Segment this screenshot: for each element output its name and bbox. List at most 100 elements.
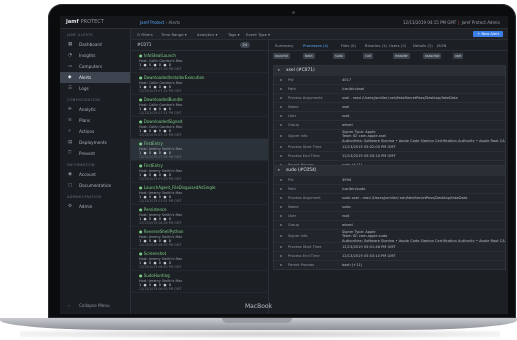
detail-row: Signer Info Signer Type: Apple Team ID: co… <box>274 129 505 143</box>
new-alert-button[interactable]: + New Alert <box>473 31 503 37</box>
sidebar-item-prevent[interactable]: ⛉ Prevent <box>60 148 130 159</box>
tab-users[interactable]: Users (2) <box>389 43 406 48</box>
event-list-title: #C071 <box>137 42 152 47</box>
tab-json[interactable]: JSON <box>437 43 446 48</box>
user-menu[interactable]: Jamf Protect Admin <box>462 20 500 25</box>
detail-value: 4017 <box>342 78 352 82</box>
event-title: ● DownloadedInstallerExecution <box>139 75 205 80</box>
row-bullet-icon <box>280 179 282 181</box>
filters-label: Filters <box>141 32 153 37</box>
process-chain-node[interactable]: launchd <box>273 53 290 59</box>
tab-summary[interactable]: Summary <box>275 43 293 48</box>
row-bullet-icon <box>280 97 282 99</box>
filters-toggle[interactable]: ⊙ Filters <box>137 32 153 37</box>
tags-dropdown[interactable]: Tags ▾ <box>228 32 240 37</box>
detail-key: User <box>288 114 297 118</box>
process-card-parent: ▸ sudo (#C054) Pid 3994 Path/usr/bin/sudo Pro… <box>273 165 506 270</box>
detail-row: User root <box>274 211 505 220</box>
detail-row: Path/usr/bin/sudo <box>274 184 505 193</box>
detail-value: 3994 <box>342 178 352 182</box>
sidebar-item-logs[interactable]: ☰ Logs <box>60 83 130 94</box>
process-chain-node[interactable]: osascript <box>423 53 442 59</box>
event-title: ● ReverseShellPython <box>139 229 184 234</box>
sidebar-item-dashboard[interactable]: ▦ Dashboard <box>60 39 130 50</box>
event-timestamp: 12/13/2019 07:16 PM GMT <box>139 67 182 71</box>
detail-row: Name sudo <box>274 202 505 211</box>
list-item[interactable]: ● FirstEntry Host: Jeremy Smith's Mac 1 ● … <box>131 139 268 161</box>
detail-key: Pid <box>288 178 294 182</box>
detail-key: Signer Info <box>288 134 308 138</box>
event-type-dropdown[interactable]: Event Type ▾ <box>246 32 270 37</box>
detail-key: Process Arguments <box>288 96 323 100</box>
sidebar-item-label: Insights <box>79 53 96 58</box>
list-item[interactable]: ● ReverseShellPython Host: Jeremy Smith's… <box>131 227 268 249</box>
detail-row: Process Argument sudo xsel - read /Users/… <box>274 193 505 202</box>
tags-label: Tags <box>228 32 237 37</box>
event-title: ● Persistence <box>139 207 167 212</box>
sidebar-item-documentation[interactable]: ▢ Documentation <box>60 180 130 191</box>
detail-value: 12/13/2019 05:02:00 PM GMT <box>342 145 396 149</box>
dashboard-icon: ▦ <box>68 42 73 47</box>
row-bullet-icon <box>280 188 282 190</box>
tab-binaries[interactable]: Binaries (1) <box>365 43 387 48</box>
sidebar-item-deployments[interactable]: ▤ Deployments <box>60 137 130 148</box>
list-item[interactable]: ● FirstEntry Host: Jeremy Smith's Mac 1 ● … <box>131 161 268 183</box>
app-logo[interactable]: Jamf PROTECT <box>66 19 104 25</box>
analytics-dropdown[interactable]: Analytics ▾ <box>197 32 217 37</box>
list-item[interactable]: ● DownloadedBundle Host: Collin Gordon's … <box>131 95 268 117</box>
laptop-shadow <box>20 330 500 338</box>
sidebar-item-admin[interactable]: ⚙ Admin <box>60 201 130 212</box>
list-item[interactable]: ● Screenshot Host: Jeremy Smith's Mac 1 ● … <box>131 249 268 271</box>
sidebar-item-plans[interactable]: ≡ Plans <box>60 115 130 126</box>
sidebar-item-actions[interactable]: ⚡ Actions <box>60 126 130 137</box>
detail-row: Pid 3994 <box>274 175 505 184</box>
filter-bar: ⊙ Filters Time Range ▾ Analytics ▾ Tags … <box>131 29 508 40</box>
sidebar-section-administration: ADMINISTRATION <box>67 195 102 199</box>
process-chain-node[interactable]: curl <box>363 53 373 59</box>
detail-key: Process Start Time <box>288 245 322 249</box>
row-bullet-icon <box>280 246 282 248</box>
row-bullet-icon <box>280 115 282 117</box>
breadcrumb-root[interactable]: Jamf Protect <box>140 20 164 25</box>
sidebar: JAMF ALERTS ▦ Dashboard ◔ Insights ▭ Comput… <box>60 29 131 314</box>
sidebar-item-label: Admin <box>79 204 93 209</box>
tab-details[interactable]: Details (2) <box>413 43 433 48</box>
process-card-primary: ▸ xsel (#C071) Pid 4017 Path/usr/bin/xsel Pro… <box>273 65 506 179</box>
detail-row: Process Start Time 12/13/2019 05:01:48 PM… <box>274 242 505 251</box>
process-chain-node[interactable]: xsel <box>453 53 464 59</box>
detail-row: Parent Process bash (+11) <box>274 260 505 269</box>
detail-key: Pid <box>288 78 294 82</box>
sidebar-item-insights[interactable]: ◔ Insights <box>60 50 130 61</box>
list-item[interactable]: ● SudoHunting Host: Jeremy Smith's Mac 1 ●… <box>131 271 268 293</box>
row-bullet-icon <box>280 235 282 237</box>
sidebar-item-label: Account <box>79 172 96 177</box>
process-card-title: ▸ xsel (#C071) <box>274 66 505 75</box>
list-item[interactable]: ● DownloadedSigned Host: Collin Gordon's … <box>131 117 268 139</box>
sidebar-item-label: Logs <box>79 86 89 91</box>
event-timestamp: 12/13/2019 06:50 PM GMT <box>139 287 182 291</box>
top-bar: Jamf PROTECT Jamf Protect › Alerts 12/13/… <box>60 16 508 29</box>
event-title: ● DownloadedBundle <box>139 97 183 102</box>
list-item[interactable]: ● Persistence Host: Jeremy Smith's Mac 1 ●… <box>131 205 268 227</box>
sidebar-section-alerts: JAMF ALERTS <box>67 33 93 37</box>
topbar-right: 12/13/2019 04:15 PM GMT | Jamf Protect Adm… <box>403 20 500 25</box>
detail-value: /usr/bin/xsel <box>342 87 365 91</box>
process-chain-node[interactable]: sudo <box>333 53 345 59</box>
sidebar-section-information: INFORMATION <box>67 163 95 167</box>
process-chain-node[interactable]: Installer <box>393 53 410 59</box>
tab-processes[interactable]: Processes (4) <box>303 43 328 48</box>
list-item[interactable]: ● LaunchAgent_FileDisguisedAsSingle Host:… <box>131 183 268 205</box>
event-title: ● DownloadedSigned <box>139 119 183 124</box>
sidebar-item-computers[interactable]: ▭ Computers <box>60 61 130 72</box>
sidebar-item-alerts[interactable]: ◆ Alerts <box>60 72 130 83</box>
list-item[interactable]: ● DownloadedInstallerExecution Host: Coll… <box>131 73 268 95</box>
sidebar-item-analytic[interactable]: ✣ Analytic <box>60 104 130 115</box>
tab-files[interactable]: Files (0) <box>341 43 356 48</box>
detail-value: Signer Type: Apple Team ID: com.apple.sud… <box>342 230 505 243</box>
detail-value: /usr/bin/sudo <box>342 187 366 191</box>
process-chain-node[interactable]: bash <box>303 53 315 59</box>
list-item[interactable]: ● InfoStealLaunch Host: Collin Gordon's M… <box>131 51 268 73</box>
row-bullet-icon <box>280 206 282 208</box>
time-range-dropdown[interactable]: Time Range ▾ <box>161 32 187 37</box>
sidebar-item-account[interactable]: ◉ Account <box>60 169 130 180</box>
